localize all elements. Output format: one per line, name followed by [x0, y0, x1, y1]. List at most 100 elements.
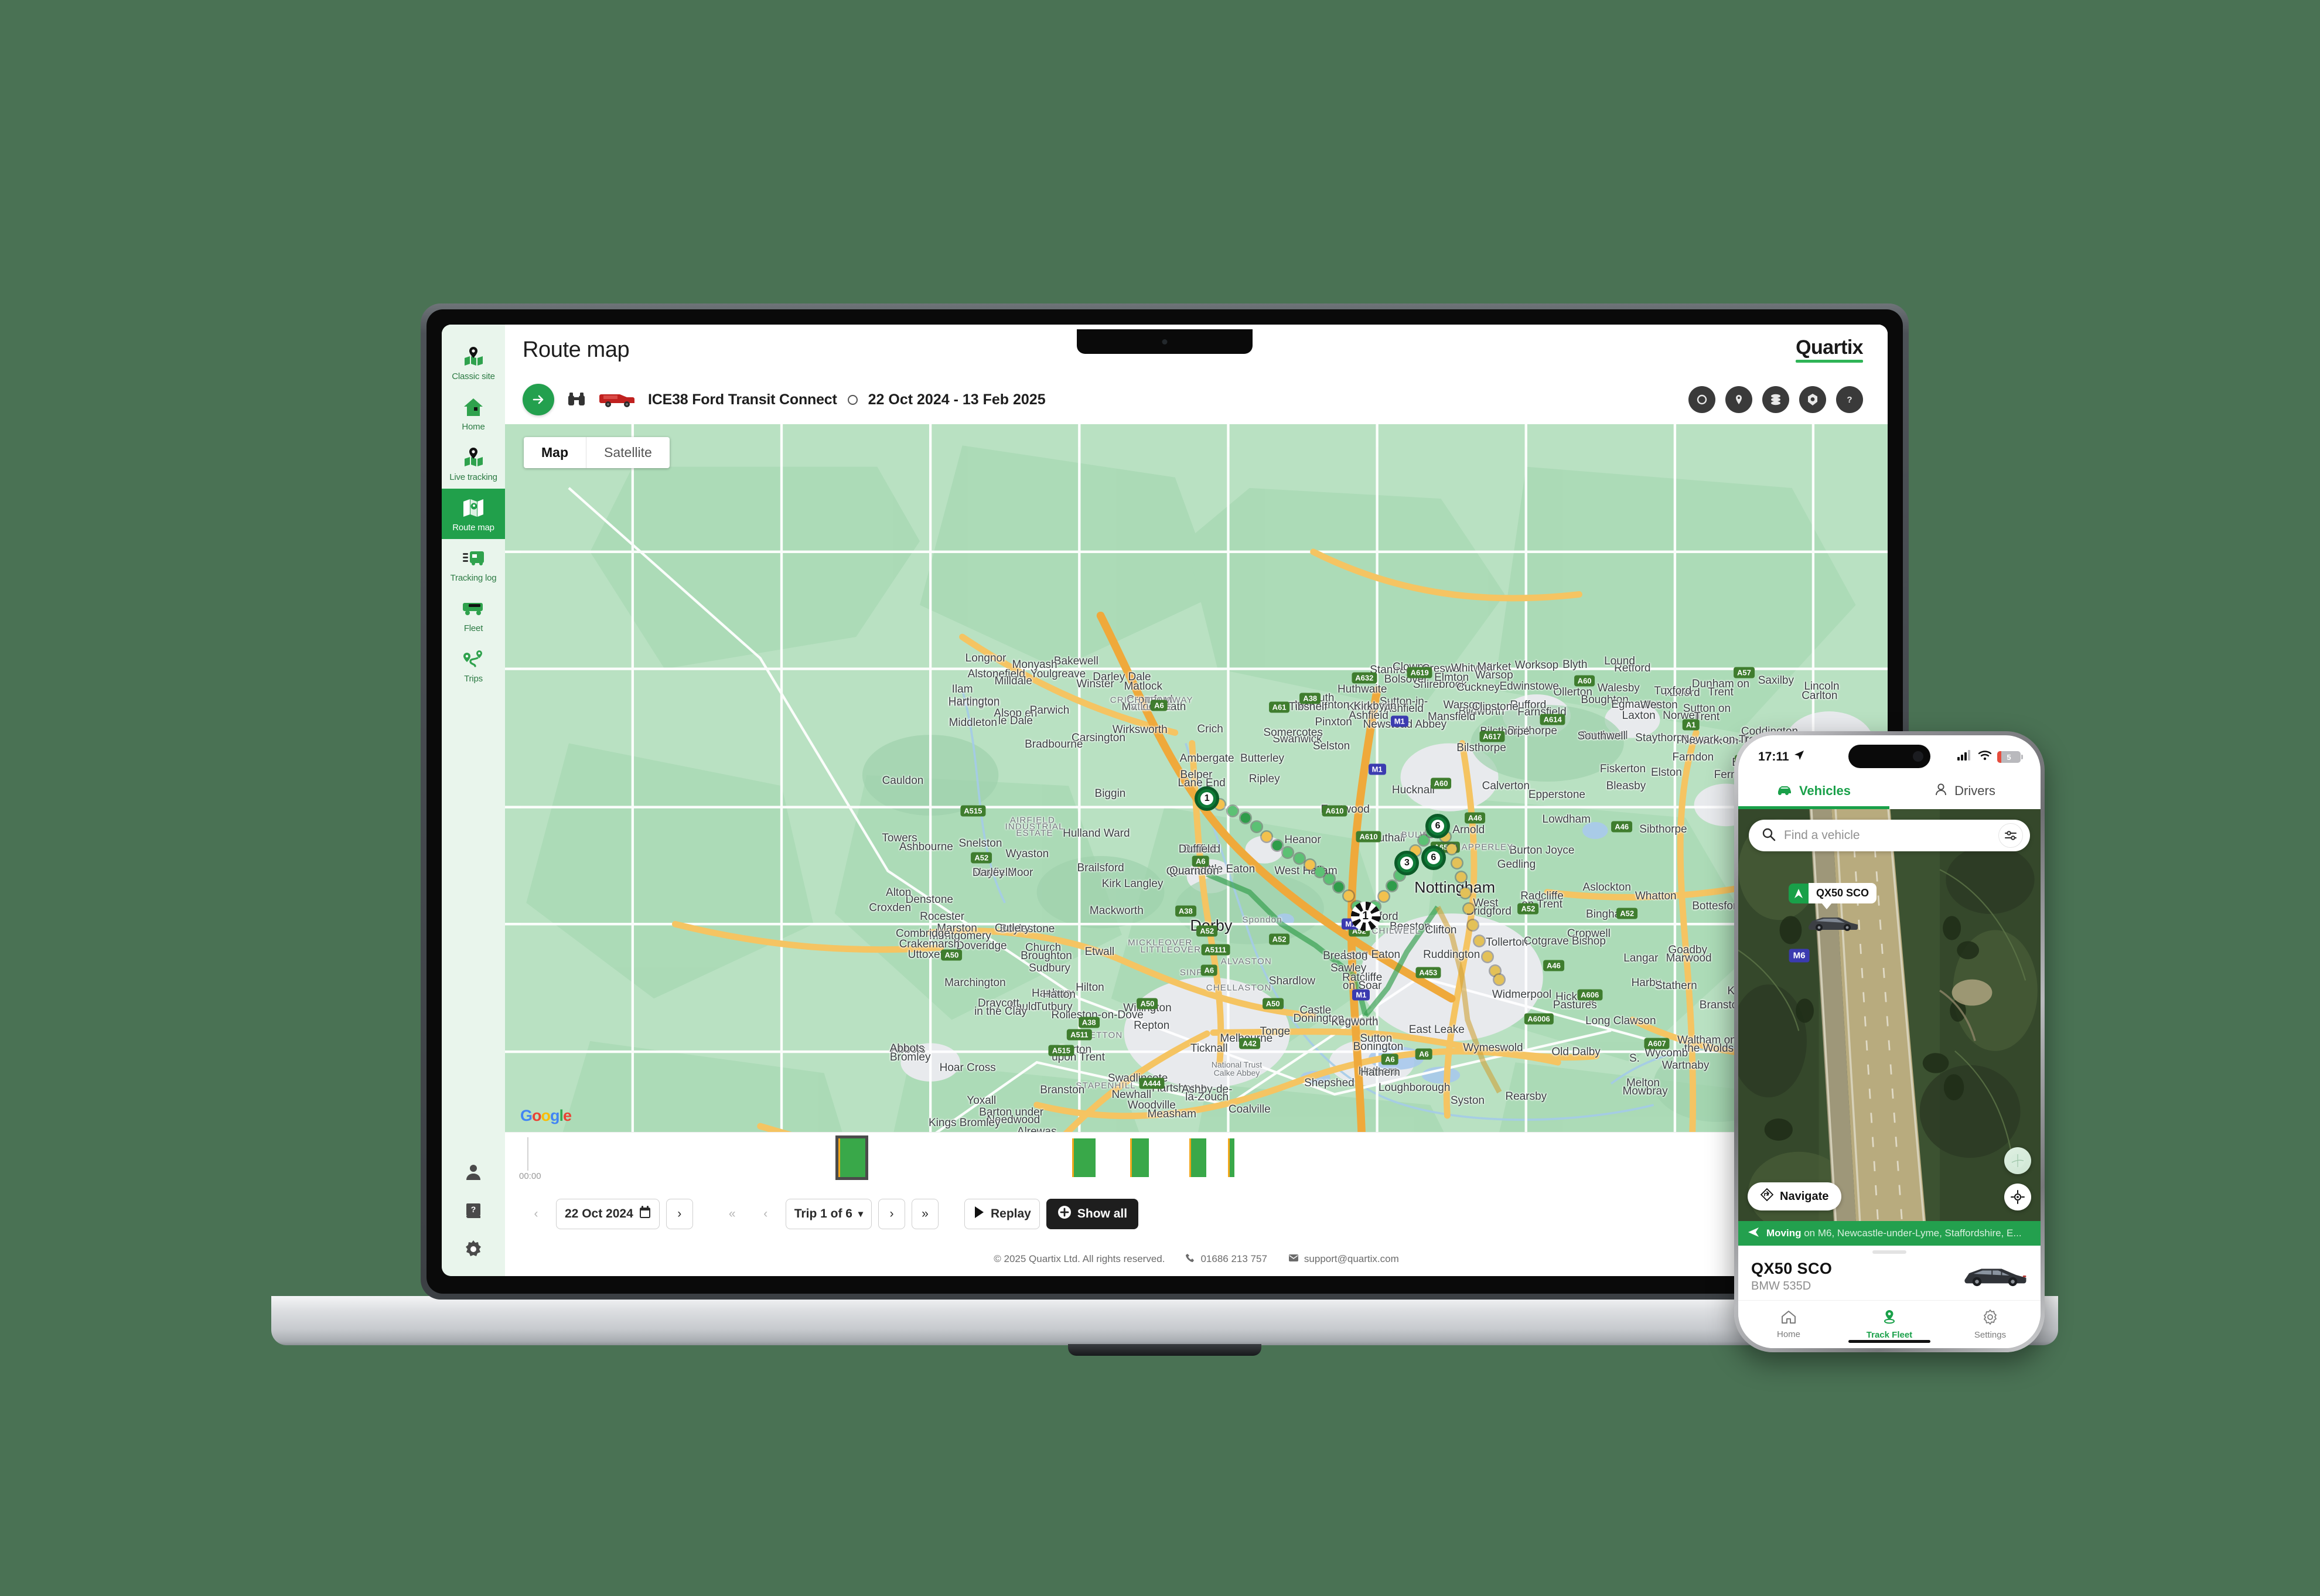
finish-marker[interactable]: 1	[1350, 901, 1380, 931]
route-point	[1240, 813, 1250, 823]
binoculars-icon[interactable]	[565, 388, 588, 411]
sidebar-item-fleet[interactable]: Fleet	[442, 589, 505, 640]
map-label: Hatton	[1042, 988, 1076, 1001]
vehicle-search-bar[interactable]	[1749, 820, 2030, 851]
user-icon[interactable]	[463, 1161, 484, 1182]
map-label: CHELLASTON	[1206, 983, 1272, 993]
drag-handle[interactable]	[1872, 1250, 1906, 1254]
map-label: Brailsford	[1077, 862, 1124, 875]
map-label: Aslockton	[1582, 881, 1631, 894]
road-shield: A614	[1540, 714, 1565, 725]
prev-day-button[interactable]: ‹	[523, 1199, 550, 1229]
envelope-icon	[1288, 1253, 1299, 1265]
map-label: Broughton	[1021, 949, 1072, 962]
stop-number: 1	[1200, 792, 1214, 805]
settings-icon[interactable]	[1799, 386, 1826, 413]
sidebar-item-label: Fleet	[463, 623, 483, 633]
route-stop-marker[interactable]: 1	[1195, 786, 1220, 811]
timeline-trip-bar[interactable]	[1130, 1138, 1149, 1177]
timeline-trip-bar[interactable]	[1228, 1138, 1234, 1177]
route-map-icon	[461, 496, 486, 520]
navigate-button[interactable]: Navigate	[1748, 1182, 1842, 1210]
route-stop-marker[interactable]: 3	[1394, 850, 1420, 875]
tab-drivers[interactable]: Drivers	[1889, 773, 2041, 809]
settings-gear-icon[interactable]	[463, 1239, 484, 1260]
map-label: Pinxton	[1315, 715, 1352, 728]
map-label: Tonge	[1260, 1025, 1291, 1038]
road-shield: A38	[1299, 693, 1321, 704]
map-label: Ilam	[951, 683, 973, 695]
map-label: Butterley	[1240, 752, 1285, 765]
target-icon[interactable]	[1688, 386, 1715, 413]
map-label: Arnold	[1452, 824, 1485, 837]
timeline-trip-bar[interactable]	[1072, 1138, 1096, 1177]
route-stop-marker[interactable]: 6	[1421, 845, 1446, 870]
route-point	[1482, 952, 1493, 962]
route-stop-marker[interactable]: 6	[1425, 813, 1451, 838]
route-point	[1452, 858, 1462, 868]
help-icon[interactable]: ?	[1836, 386, 1863, 413]
footer-phone[interactable]: 01686 213 757	[1186, 1253, 1267, 1266]
show-all-button[interactable]: Show all	[1046, 1199, 1139, 1229]
map-pin-icon	[461, 345, 486, 369]
nav-settings[interactable]: Settings	[1940, 1301, 2041, 1348]
sidebar-item-home[interactable]: Home	[442, 388, 505, 438]
map-label: Breaston	[1323, 949, 1368, 962]
map-label: Alrewas	[1016, 1126, 1057, 1132]
next-trip-button[interactable]: ›	[878, 1199, 905, 1229]
sidebar-item-live-tracking[interactable]: Live tracking	[442, 438, 505, 489]
replay-button[interactable]: Replay	[964, 1199, 1040, 1229]
sliders-icon[interactable]	[1998, 823, 2023, 848]
map-type-toggle[interactable]: Map Satellite	[524, 437, 670, 468]
sidebar-item-trips[interactable]: Trips	[442, 640, 505, 690]
last-trip-button[interactable]: »	[911, 1199, 939, 1229]
map-label: Saxilby	[1758, 674, 1794, 687]
map-type-map[interactable]: Map	[524, 437, 586, 468]
layers-icon[interactable]	[1762, 386, 1789, 413]
route-point	[1456, 872, 1466, 882]
sidebar-item-route-map[interactable]: Route map	[442, 489, 505, 539]
tab-vehicles[interactable]: Vehicles	[1738, 773, 1889, 809]
search-icon	[1762, 827, 1776, 844]
sidebar-item-classic-site[interactable]: Classic site	[442, 337, 505, 388]
phone-map[interactable]: M6 QX50 SCO	[1738, 809, 2041, 1221]
date-picker[interactable]: 22 Oct 2024	[556, 1199, 660, 1229]
timeline-trip-bar[interactable]	[1189, 1138, 1206, 1177]
play-icon	[973, 1206, 985, 1222]
map-label: Burton Joyce	[1509, 844, 1575, 857]
footer-email[interactable]: support@quartix.com	[1288, 1253, 1399, 1265]
sidebar-bottom-actions: ?	[463, 1161, 484, 1276]
date-range-label: 22 Oct 2024 - 13 Feb 2025	[868, 391, 1046, 408]
map-label: Spondon	[1242, 915, 1282, 925]
vehicle-map-pill[interactable]: QX50 SCO	[1789, 883, 1877, 909]
help-book-icon[interactable]: ?	[463, 1200, 484, 1221]
google-attribution: Google	[520, 1107, 572, 1124]
nav-home[interactable]: Home	[1738, 1301, 1839, 1348]
road-shield: A6	[1200, 964, 1218, 976]
battery-level: 5	[2007, 752, 2011, 762]
crosshair-icon[interactable]	[2004, 1184, 2031, 1210]
timeline-axis	[527, 1137, 528, 1171]
map-label: Hilton	[1076, 981, 1104, 994]
search-input[interactable]	[1784, 828, 1990, 843]
map-type-satellite[interactable]: Satellite	[586, 437, 670, 468]
road-shield: A617	[1479, 731, 1505, 742]
prev-trip-button[interactable]: ‹	[752, 1199, 779, 1229]
route-point	[1282, 847, 1293, 858]
page-title: Route map	[523, 337, 630, 362]
go-arrow-button[interactable]	[523, 384, 554, 415]
timeline-trip-bar[interactable]	[835, 1135, 868, 1180]
next-day-button[interactable]: ›	[666, 1199, 693, 1229]
trip-timeline[interactable]: 00:00	[505, 1132, 1888, 1186]
live-tracking-icon	[461, 446, 486, 469]
vehicle-detail-card[interactable]: QX50 SCO BMW 535D	[1738, 1246, 2041, 1300]
road-shield: A6	[1415, 1048, 1432, 1060]
vehicle-pill-label: QX50 SCO	[1809, 883, 1877, 903]
route-map-canvas[interactable]: Map Satellite DerbyNottinghamHeanorEastw…	[505, 424, 1888, 1132]
first-trip-button[interactable]: «	[718, 1199, 746, 1229]
sidebar-item-tracking-log[interactable]: Tracking log	[442, 539, 505, 589]
map-label: Epperstone	[1528, 788, 1585, 801]
pin-icon[interactable]	[1725, 386, 1752, 413]
map-layers-icon[interactable]	[2004, 1147, 2031, 1174]
trip-selector[interactable]: Trip 1 of 6 ▾	[785, 1199, 872, 1229]
